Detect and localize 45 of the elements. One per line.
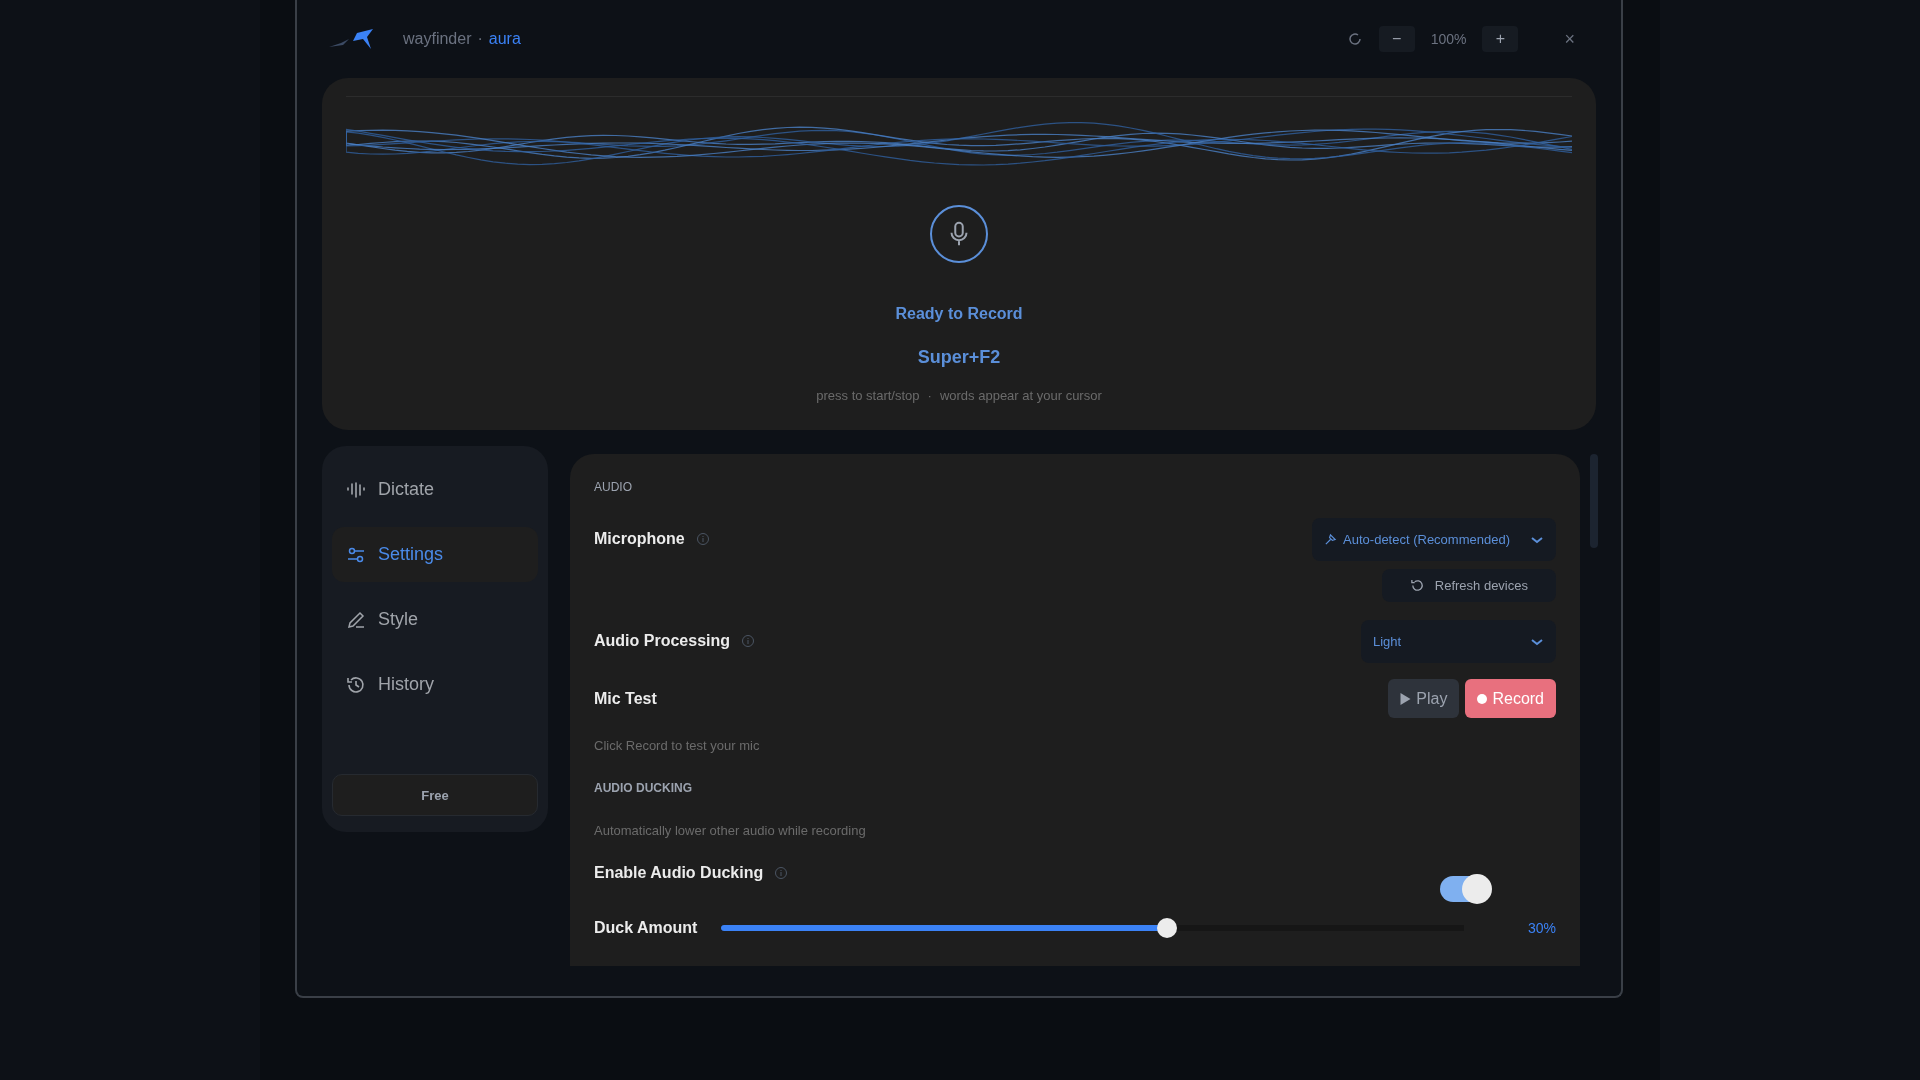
waveform-icon	[346, 479, 366, 500]
setting-label: Audio Processing	[594, 632, 731, 650]
setting-label: Duck Amount	[594, 919, 698, 937]
pen-icon	[346, 609, 366, 630]
nav-item[interactable]: Style	[332, 592, 538, 647]
microphone-button[interactable]	[930, 205, 988, 263]
setting-label: Microphone	[594, 530, 685, 548]
info-icon[interactable]	[775, 867, 788, 879]
play-button[interactable]: Play	[1388, 679, 1460, 718]
mic-test-hint: Click Record to test your mic	[594, 738, 761, 753]
plan-button[interactable]: Free	[332, 774, 538, 816]
play-icon	[1400, 692, 1412, 705]
zoom-in-button[interactable]: +	[1482, 26, 1519, 52]
refresh-devices-button[interactable]: Refresh devices	[1381, 569, 1556, 602]
info-icon[interactable]	[696, 533, 709, 545]
setting-label: Mic Test	[594, 689, 657, 708]
history-icon	[346, 674, 366, 695]
nav-item[interactable]: Settings	[332, 527, 538, 582]
nav-item[interactable]: History	[332, 657, 538, 712]
section-description: Automatically lower other audio while recording	[594, 823, 867, 838]
app-name: wayfinder	[403, 30, 472, 48]
toggle-switch[interactable]	[1440, 876, 1490, 902]
refresh-icon	[1409, 578, 1425, 593]
dropdown[interactable]: Light	[1361, 620, 1556, 663]
zoom-out-button[interactable]: −	[1378, 26, 1415, 52]
title-separator: ·	[477, 30, 483, 48]
slider[interactable]	[721, 918, 1464, 938]
setting-label: Enable Audio Ducking	[594, 864, 764, 882]
info-icon[interactable]	[742, 635, 755, 647]
start-hint: press to start/stop	[816, 388, 920, 403]
shortcut-key: Super+F2	[917, 347, 1001, 368]
cursor-hint: words appear at your cursor	[939, 388, 1102, 403]
product-name: aura	[488, 30, 521, 48]
hint-separator: ·	[927, 388, 932, 403]
close-button[interactable]: ×	[1558, 27, 1581, 51]
scrollbar-thumb[interactable]	[1590, 454, 1598, 548]
dropdown[interactable]: Auto-detect (Recommended)	[1312, 518, 1556, 561]
reload-icon[interactable]	[1346, 31, 1363, 47]
record-status: Ready to Record	[895, 305, 1023, 323]
slider-value: 30%	[1527, 920, 1556, 936]
record-dot-icon	[1477, 693, 1488, 704]
section-heading: AUDIO	[594, 480, 633, 494]
section-heading: AUDIO DUCKING	[594, 781, 693, 795]
nav-item[interactable]: Dictate	[332, 462, 538, 517]
zoom-level: 100%	[1430, 31, 1467, 47]
